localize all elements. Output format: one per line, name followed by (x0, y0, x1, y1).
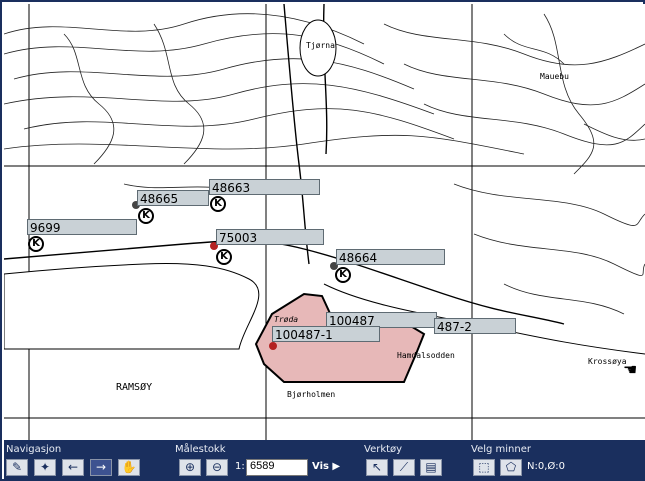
pin-icon[interactable]: K (335, 267, 351, 283)
hand-cursor-icon: ☚ (623, 360, 638, 379)
back-arrow-icon[interactable]: ← (62, 459, 84, 476)
list-icon[interactable]: ▤ (420, 459, 442, 476)
select-arrow-icon[interactable]: ↖ (366, 459, 388, 476)
app-frame: K 48665 K 48663 K 9699 K 75003 K 48664 1… (0, 0, 645, 481)
show-button[interactable]: Vis ▶ (312, 461, 340, 472)
map-label-100487-1[interactable]: 100487-1 (272, 326, 380, 342)
bottom-toolbar: Navigasjon ✎ ✦ ← → ✋ Målestokk ⊕ ⊖ 1: 65… (4, 440, 645, 481)
select-label: Velg minner (471, 444, 531, 455)
rect-select-icon[interactable]: ⬚ (473, 459, 495, 476)
place-name: Krossøya (588, 357, 627, 366)
coords-readout: N:0,Ø:0 (527, 461, 565, 472)
show-label: Vis (312, 461, 329, 472)
pin-icon[interactable]: K (138, 208, 154, 224)
map-label-48663[interactable]: 48663 (209, 179, 320, 195)
navigation-label: Navigasjon (6, 444, 62, 455)
place-name: RAMSØY (116, 382, 153, 393)
hand-icon[interactable]: ✋ (118, 459, 140, 476)
ruler-icon[interactable]: ⟋ (393, 459, 415, 476)
pin-icon[interactable]: ✦ (34, 459, 56, 476)
map-label-48664[interactable]: 48664 (336, 249, 445, 265)
place-name: Hamdalsodden (397, 351, 455, 360)
tools-label: Verktøy (364, 444, 403, 455)
place-name: Bjørholmen (287, 390, 336, 399)
pin-icon[interactable]: K (28, 236, 44, 252)
place-name: Trøda (274, 315, 299, 324)
poly-select-icon[interactable]: ⬠ (500, 459, 522, 476)
pen-icon[interactable]: ✎ (6, 459, 28, 476)
forward-arrow-icon[interactable]: → (90, 459, 112, 476)
map-view[interactable]: K 48665 K 48663 K 9699 K 75003 K 48664 1… (4, 4, 645, 440)
map-label-9699[interactable]: 9699 (27, 219, 137, 235)
map-label-48665[interactable]: 48665 (137, 190, 209, 206)
zoom-out-icon[interactable]: ⊖ (206, 459, 228, 476)
pin-icon[interactable]: K (216, 249, 232, 265)
scale-prefix: 1: (235, 461, 245, 472)
marker-dot-selected[interactable] (269, 342, 277, 350)
map-label-487-2[interactable]: 487-2 (434, 318, 516, 334)
zoom-in-icon[interactable]: ⊕ (179, 459, 201, 476)
scale-label: Målestokk (175, 444, 226, 455)
scale-input[interactable]: 6589 (246, 459, 308, 476)
pin-icon[interactable]: K (210, 196, 226, 212)
place-name: Tjørna (306, 41, 335, 50)
place-name: Mauebu (540, 72, 569, 81)
map-label-75003[interactable]: 75003 (216, 229, 324, 245)
